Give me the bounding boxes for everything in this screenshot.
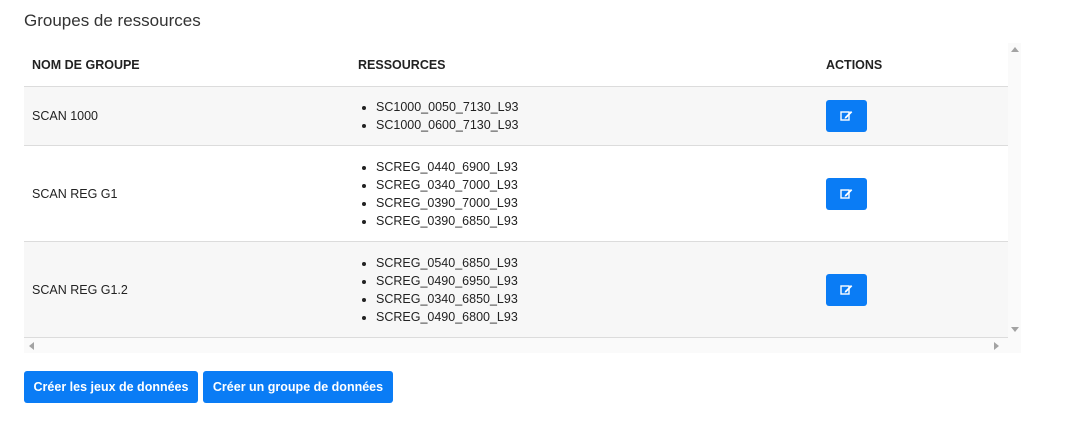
list-item: SCREG_0340_6850_L93 <box>376 290 818 308</box>
edit-button[interactable] <box>826 273 867 306</box>
scroll-up-arrow-icon[interactable] <box>1011 47 1019 52</box>
column-header-group-name: NOM DE GROUPE <box>24 43 350 87</box>
scroll-right-arrow-icon[interactable] <box>994 342 999 350</box>
resource-groups-table-container: NOM DE GROUPE RESSOURCES ACTIONS SCAN 10… <box>24 43 1021 353</box>
edit-button[interactable] <box>826 100 867 132</box>
create-datasets-button[interactable]: Créer les jeux de données <box>24 371 198 403</box>
horizontal-scrollbar[interactable] <box>24 338 1008 353</box>
column-header-actions: ACTIONS <box>818 43 1008 87</box>
edit-icon <box>840 188 853 199</box>
scroll-down-arrow-icon[interactable] <box>1011 327 1019 332</box>
scrollbar-corner <box>1008 338 1021 353</box>
list-item: SC1000_0600_7130_L93 <box>376 116 818 134</box>
column-header-resources: RESSOURCES <box>350 43 818 87</box>
vertical-scrollbar[interactable] <box>1008 43 1021 338</box>
list-item: SCREG_0390_6850_L93 <box>376 212 818 230</box>
table-row: SCAN REG G1.2 SCREG_0540_6850_L93 SCREG_… <box>24 241 1008 338</box>
resources-cell: SC1000_0050_7130_L93 SC1000_0600_7130_L9… <box>350 86 818 146</box>
edit-icon <box>840 111 853 121</box>
table-scroll-area: NOM DE GROUPE RESSOURCES ACTIONS SCAN 10… <box>24 43 1008 338</box>
list-item: SCREG_0440_6900_L93 <box>376 158 818 176</box>
edit-icon <box>840 284 853 295</box>
actions-cell <box>818 86 1008 146</box>
create-data-group-button[interactable]: Créer un groupe de données <box>203 371 393 403</box>
list-item: SCREG_0490_6950_L93 <box>376 272 818 290</box>
list-item: SCREG_0390_7000_L93 <box>376 194 818 212</box>
table-row: SCAN 1000 SC1000_0050_7130_L93 SC1000_06… <box>24 86 1008 146</box>
page-title: Groupes de ressources <box>24 11 201 30</box>
list-item: SCREG_0490_6800_L93 <box>376 308 818 326</box>
list-item: SC1000_0050_7130_L93 <box>376 98 818 116</box>
list-item: SCREG_0340_7000_L93 <box>376 176 818 194</box>
resource-groups-table: NOM DE GROUPE RESSOURCES ACTIONS SCAN 10… <box>24 43 1008 338</box>
group-name-cell: SCAN 1000 <box>24 86 350 146</box>
actions-cell <box>818 241 1008 338</box>
table-row: SCAN REG G1 SCREG_0440_6900_L93 SCREG_03… <box>24 145 1008 242</box>
resources-list: SC1000_0050_7130_L93 SC1000_0600_7130_L9… <box>358 98 818 134</box>
resources-list: SCREG_0440_6900_L93 SCREG_0340_7000_L93 … <box>358 158 818 230</box>
scroll-left-arrow-icon[interactable] <box>29 342 34 350</box>
resources-list: SCREG_0540_6850_L93 SCREG_0490_6950_L93 … <box>358 254 818 326</box>
group-name-cell: SCAN REG G1.2 <box>24 241 350 338</box>
group-name-cell: SCAN REG G1 <box>24 145 350 242</box>
edit-button[interactable] <box>826 177 867 210</box>
actions-cell <box>818 145 1008 242</box>
table-header-row: NOM DE GROUPE RESSOURCES ACTIONS <box>24 43 1008 87</box>
resources-cell: SCREG_0540_6850_L93 SCREG_0490_6950_L93 … <box>350 241 818 338</box>
resources-cell: SCREG_0440_6900_L93 SCREG_0340_7000_L93 … <box>350 145 818 242</box>
list-item: SCREG_0540_6850_L93 <box>376 254 818 272</box>
